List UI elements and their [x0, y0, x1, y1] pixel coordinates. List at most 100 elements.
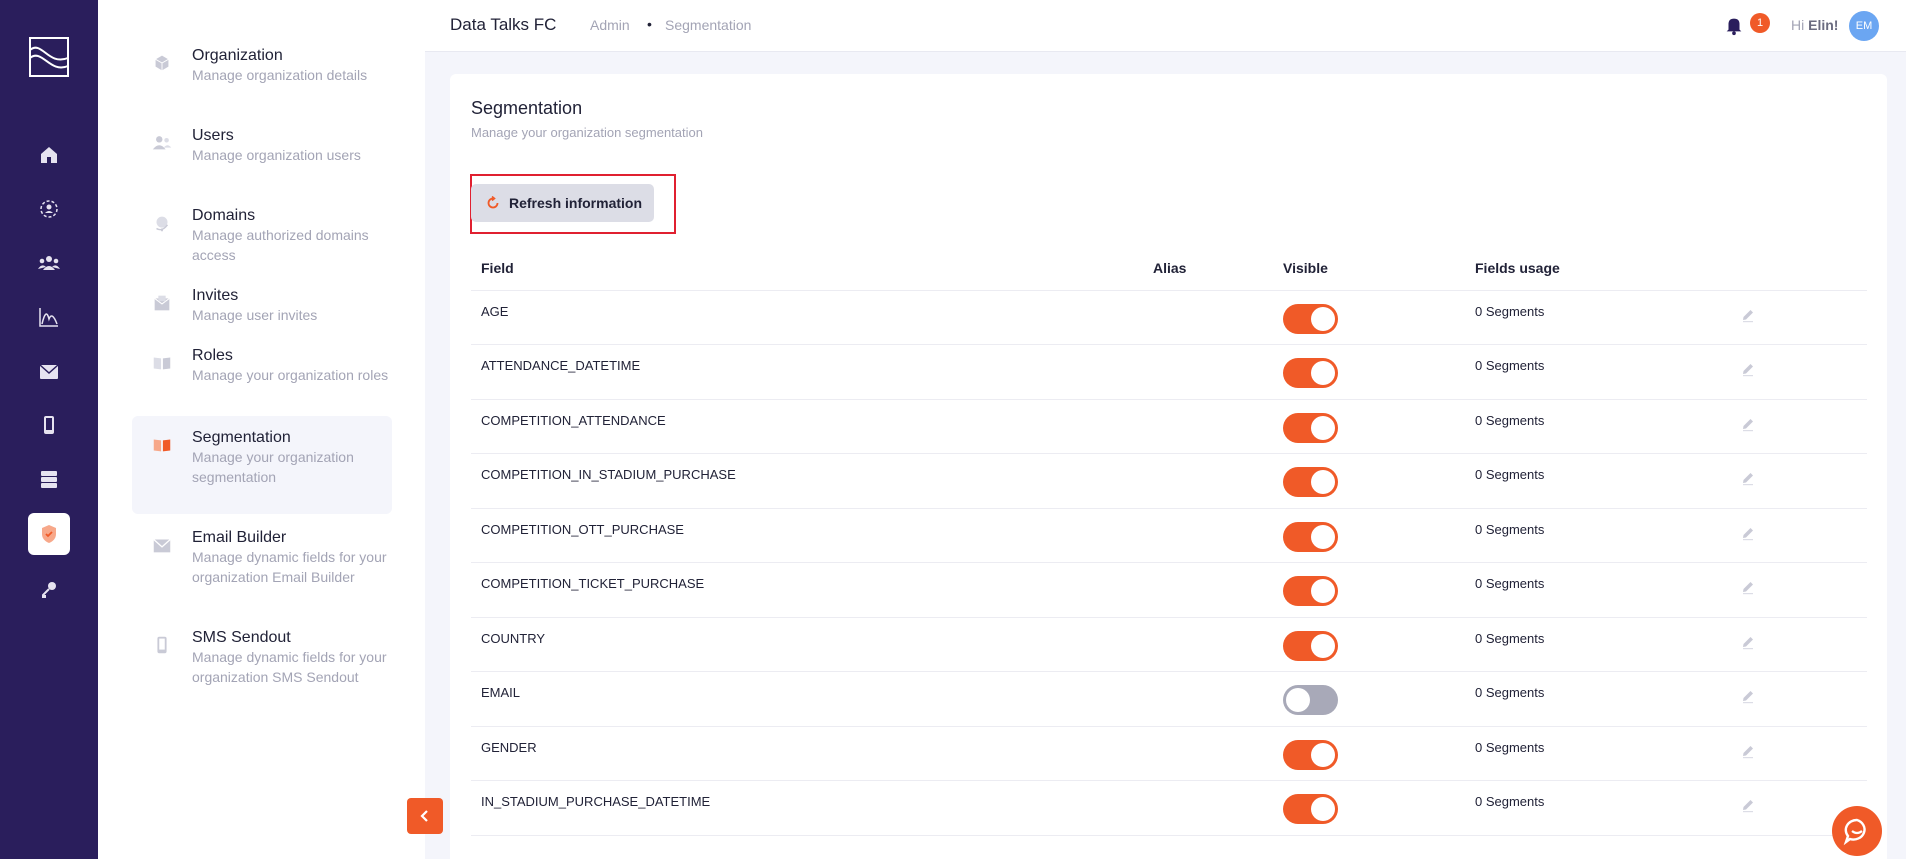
visible-toggle[interactable]	[1283, 467, 1338, 497]
user-name: Elin!	[1808, 17, 1839, 33]
subnav-description: Manage user invites	[192, 307, 318, 323]
pencil-icon[interactable]	[1740, 361, 1756, 377]
settings-subnav: Organization Manage organization details …	[98, 0, 425, 859]
pencil-icon[interactable]	[1740, 688, 1756, 704]
cube-icon	[155, 55, 169, 71]
subnav-description: Manage organization details	[192, 67, 368, 83]
visible-toggle[interactable]	[1283, 794, 1338, 824]
breadcrumb-admin[interactable]: Admin	[590, 17, 630, 33]
segmentation-card: Segmentation Manage your organization se…	[450, 74, 1887, 859]
field-name: COMPETITION_OTT_PURCHASE	[471, 508, 1143, 563]
field-name: COMPETITION_ATTENDANCE	[471, 399, 1143, 454]
table-row: AGE 0 Segments	[471, 290, 1867, 345]
subnav-item-roles[interactable]: Roles Manage your organization roles	[132, 334, 392, 408]
database-icon[interactable]	[28, 458, 70, 500]
refresh-information-button[interactable]: Refresh information	[471, 184, 654, 222]
field-name: ATTENDANCE_DATETIME	[471, 344, 1143, 400]
chat-icon	[1843, 818, 1866, 846]
table-row: COMPETITION_TICKET_PURCHASE 0 Segments	[471, 562, 1867, 618]
network-icon[interactable]	[28, 188, 70, 230]
subnav-description: Manage organization users	[192, 147, 361, 163]
subnav-description: Manage authorized domains access	[192, 227, 369, 263]
visible-toggle[interactable]	[1283, 576, 1338, 606]
subnav-item-users[interactable]: Users Manage organization users	[132, 114, 392, 186]
breadcrumb-separator: •	[647, 16, 652, 32]
audience-icon[interactable]	[28, 242, 70, 284]
pencil-icon[interactable]	[1740, 634, 1756, 650]
org-name: Data Talks FC	[450, 15, 557, 34]
field-alias	[1143, 344, 1273, 400]
chat-button[interactable]	[1832, 806, 1882, 856]
key-icon[interactable]	[28, 568, 70, 610]
pencil-icon[interactable]	[1740, 579, 1756, 595]
table-row: COUNTRY 0 Segments	[471, 617, 1867, 672]
subnav-title: SMS Sendout	[192, 629, 291, 646]
subnav-title: Domains	[192, 207, 256, 224]
subnav-item-segmentation[interactable]: Segmentation Manage your organization seg…	[132, 416, 392, 514]
subnav-title: Organization	[192, 47, 283, 64]
subnav-item-organization[interactable]: Organization Manage organization details	[132, 34, 392, 106]
fields-usage: 0 Segments	[1465, 453, 1730, 509]
pencil-icon[interactable]	[1740, 525, 1756, 541]
fields-usage: 0 Segments	[1465, 290, 1730, 345]
email-builder-icon	[153, 538, 171, 553]
page-subtitle: Manage your organization segmentation	[471, 125, 703, 140]
column-header-alias: Alias	[1143, 246, 1273, 291]
email-icon[interactable]	[28, 350, 70, 392]
visible-toggle[interactable]	[1283, 358, 1338, 388]
visible-toggle[interactable]	[1283, 303, 1338, 334]
analytics-icon[interactable]	[28, 296, 70, 338]
collapse-sidebar-button[interactable]	[407, 798, 443, 834]
visible-toggle[interactable]	[1283, 412, 1338, 443]
pencil-icon[interactable]	[1740, 470, 1756, 486]
home-icon[interactable]	[28, 134, 70, 176]
field-name: COUNTRY	[471, 617, 1143, 672]
bell-icon[interactable]	[1723, 14, 1745, 36]
field-name: IN_STADIUM_PURCHASE_DATETIME	[471, 780, 1143, 836]
subnav-title: Roles	[192, 347, 233, 364]
field-alias	[1143, 508, 1273, 563]
subnav-item-domains[interactable]: Domains Manage authorized domains access	[132, 194, 392, 266]
column-header-actions	[1730, 246, 1867, 291]
subnav-description: Manage your organization segmentation	[192, 449, 354, 485]
subnav-item-sms-sendout[interactable]: SMS Sendout Manage dynamic fields for you…	[132, 616, 392, 714]
greeting-prefix: Hi	[1791, 17, 1805, 33]
shield-icon[interactable]	[28, 513, 70, 555]
field-alias	[1143, 671, 1273, 727]
fields-usage: 0 Segments	[1465, 780, 1730, 836]
pencil-icon[interactable]	[1740, 416, 1756, 432]
field-name: AGE	[471, 290, 1143, 345]
book-icon	[153, 357, 171, 370]
table-row: COMPETITION_OTT_PURCHASE 0 Segments	[471, 508, 1867, 563]
app-logo[interactable]	[28, 36, 70, 78]
mobile-icon[interactable]	[28, 404, 70, 446]
field-alias	[1143, 399, 1273, 454]
pencil-icon[interactable]	[1740, 307, 1756, 323]
users-icon	[152, 136, 172, 150]
fields-usage: 0 Segments	[1465, 562, 1730, 618]
invite-icon	[154, 295, 170, 311]
visible-toggle[interactable]	[1283, 630, 1338, 661]
table-header-row: Field Alias Visible Fields usage	[471, 246, 1867, 291]
table-row: COMPETITION_ATTENDANCE 0 Segments	[471, 399, 1867, 454]
fields-usage: 0 Segments	[1465, 344, 1730, 400]
table-row: GENDER 0 Segments	[471, 726, 1867, 781]
visible-toggle[interactable]	[1283, 521, 1338, 552]
pencil-icon[interactable]	[1740, 743, 1756, 759]
pencil-icon[interactable]	[1740, 797, 1756, 813]
subnav-item-invites[interactable]: Invites Manage user invites	[132, 274, 392, 330]
visible-toggle[interactable]	[1283, 685, 1338, 715]
field-alias	[1143, 617, 1273, 672]
avatar[interactable]: EM	[1849, 11, 1879, 41]
segmentation-table: Field Alias Visible Fields usage AGE 0 S…	[471, 246, 1867, 836]
fields-usage: 0 Segments	[1465, 617, 1730, 672]
breadcrumb-segmentation: Segmentation	[665, 17, 752, 33]
field-alias	[1143, 780, 1273, 836]
visible-toggle[interactable]	[1283, 739, 1338, 770]
segment-book-icon	[153, 439, 171, 452]
table-row: IN_STADIUM_PURCHASE_DATETIME 0 Segments	[471, 780, 1867, 836]
table-row: EMAIL 0 Segments	[471, 671, 1867, 727]
subnav-item-email-builder[interactable]: Email Builder Manage dynamic fields for y…	[132, 516, 392, 614]
subnav-title: Invites	[192, 287, 239, 304]
field-name: GENDER	[471, 726, 1143, 781]
